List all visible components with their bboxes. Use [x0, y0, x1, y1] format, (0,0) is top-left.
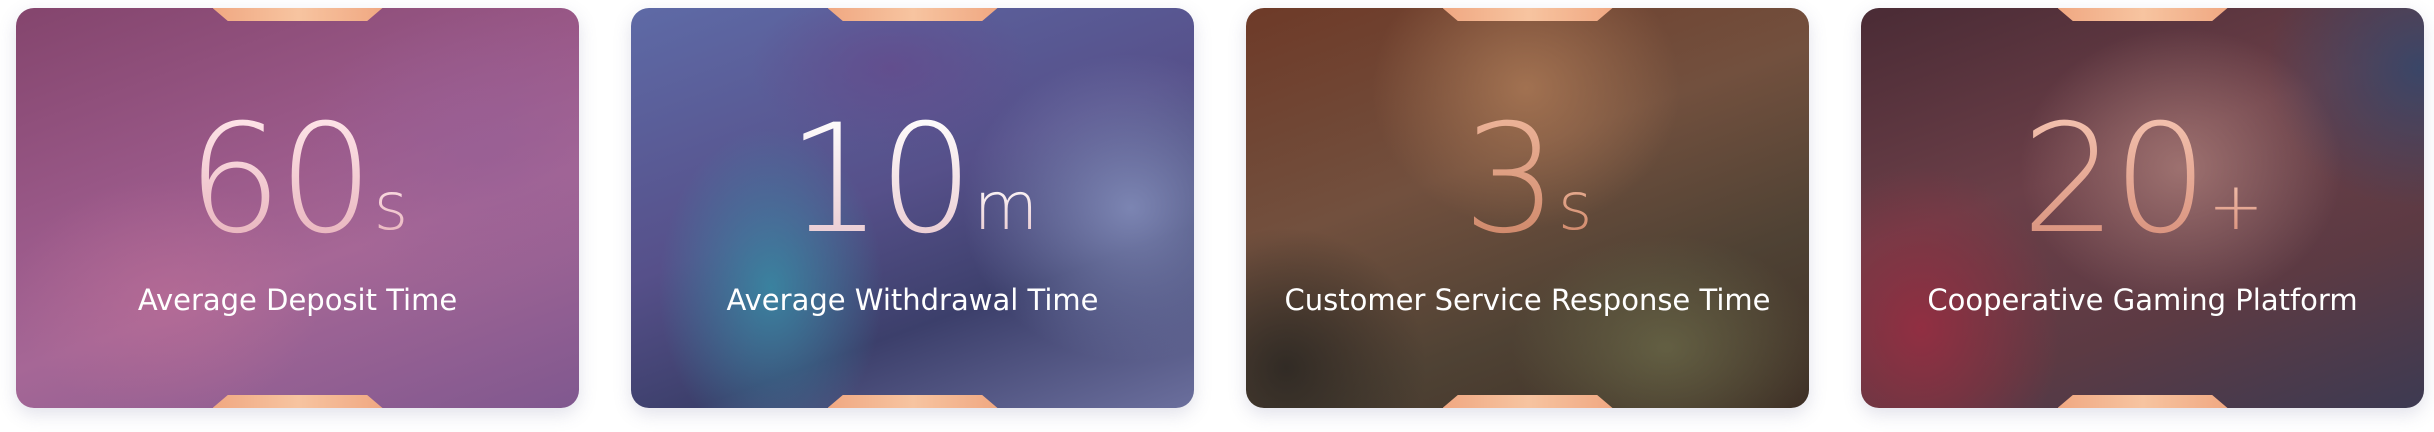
- card-bottom-tab: [827, 395, 998, 408]
- card-top-tab: [1442, 8, 1613, 21]
- stat-metric: 3 s: [1246, 93, 1809, 267]
- stat-value: 20: [2021, 93, 2208, 267]
- stat-unit: s: [1558, 168, 1593, 245]
- stat-value: 10: [786, 93, 974, 267]
- card-bottom-tab: [2057, 395, 2228, 408]
- stat-unit: s: [373, 168, 409, 245]
- stat-metric: 60 s: [16, 93, 579, 267]
- stat-card-gaming-platforms: 20 + Cooperative Gaming Platform: [1861, 8, 2424, 408]
- card-top-tab: [212, 8, 383, 21]
- stat-metric: 20 +: [1861, 93, 2424, 267]
- card-bottom-tab: [212, 395, 383, 408]
- stat-value: 60: [186, 93, 374, 267]
- stat-unit: m: [973, 168, 1039, 245]
- stat-label: Cooperative Gaming Platform: [1927, 283, 2358, 317]
- stat-card-withdrawal-time: 10 m Average Withdrawal Time: [631, 8, 1194, 408]
- stat-unit: +: [2208, 168, 2264, 245]
- stat-value: 3: [1462, 93, 1558, 267]
- stat-metric: 10 m: [631, 93, 1194, 267]
- stat-label: Customer Service Response Time: [1284, 283, 1771, 317]
- card-top-tab: [827, 8, 998, 21]
- card-bottom-tab: [1442, 395, 1613, 408]
- stat-label: Average Deposit Time: [137, 283, 458, 317]
- stat-label: Average Withdrawal Time: [726, 283, 1099, 317]
- stat-card-deposit-time: 60 s Average Deposit Time: [16, 8, 579, 408]
- stats-row: 60 s Average Deposit Time 10 m Average W…: [0, 0, 2434, 432]
- card-top-tab: [2057, 8, 2228, 21]
- stat-card-response-time: 3 s Customer Service Response Time: [1246, 8, 1809, 408]
